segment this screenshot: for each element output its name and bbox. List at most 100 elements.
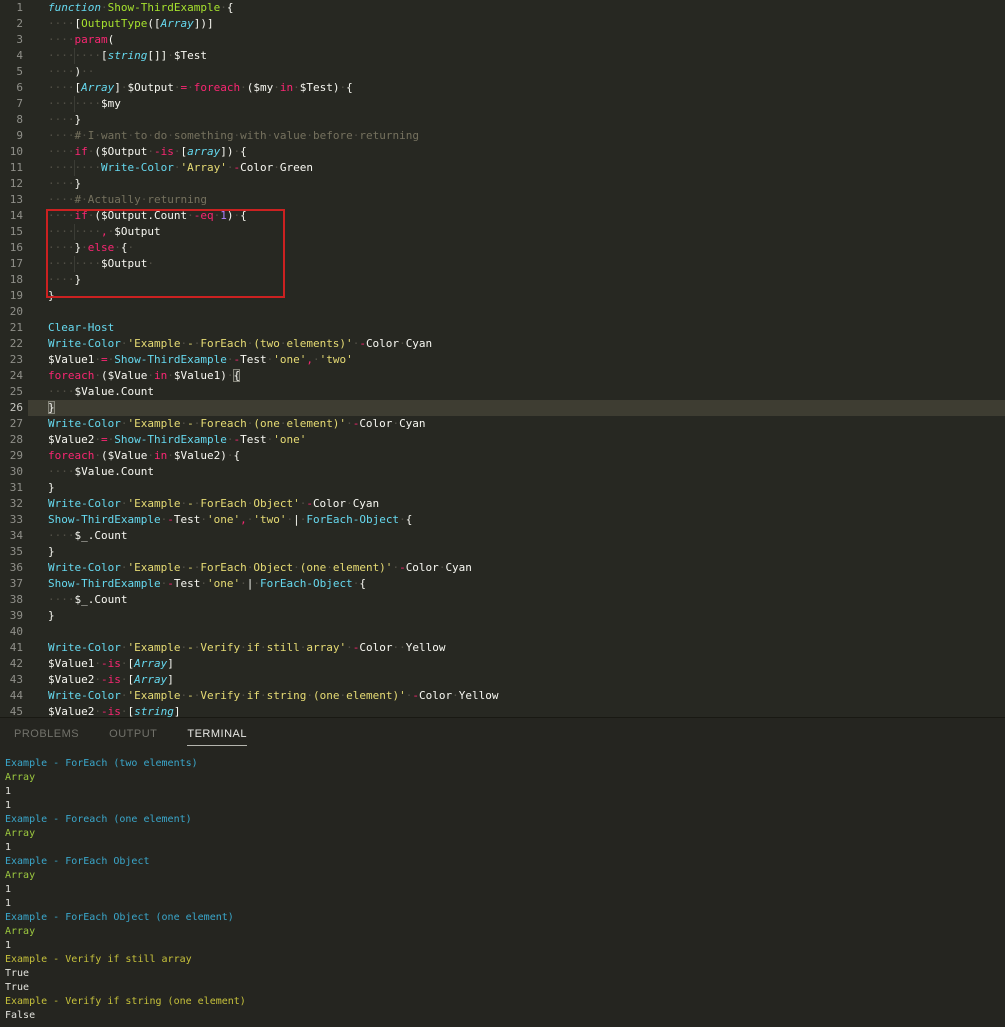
code-line: 19} bbox=[0, 288, 1005, 304]
line-number: 30 bbox=[0, 464, 23, 480]
line-number: 4 bbox=[0, 48, 23, 64]
code-line: 34 ····$_.Count bbox=[0, 528, 1005, 544]
code-text: ····)·· bbox=[48, 64, 94, 80]
code-text: ····param( bbox=[48, 32, 114, 48]
code-text: ····if·($Output.Count·-eq·1)·{ bbox=[48, 208, 247, 224]
code-line: 3 ····param( bbox=[0, 32, 1005, 48]
tab-terminal[interactable]: TERMINAL bbox=[187, 728, 247, 746]
code-text: ····} bbox=[48, 112, 81, 128]
line-number: 13 bbox=[0, 192, 23, 208]
code-line: 39} bbox=[0, 608, 1005, 624]
code-text: } bbox=[48, 544, 55, 560]
terminal-line: True bbox=[5, 981, 1005, 995]
code-line: 28$Value2·=·Show-ThirdExample·-Test·'one… bbox=[0, 432, 1005, 448]
code-line: 10····if·($Output·-is·[array])·{ bbox=[0, 144, 1005, 160]
line-number: 6 bbox=[0, 80, 23, 96]
code-text: $Value2·-is·[Array] bbox=[48, 672, 174, 688]
code-line: 42$Value1·-is·[Array] bbox=[0, 656, 1005, 672]
line-number: 7 bbox=[0, 96, 23, 112]
code-text: Show-ThirdExample·-Test·'one'·|·ForEach-… bbox=[48, 576, 366, 592]
code-text: ········$my bbox=[48, 96, 121, 112]
code-line: 6 ····[Array]·$Output·=·foreach·($my·in·$… bbox=[0, 80, 1005, 96]
code-line: 14 ····if·($Output.Count·-eq·1)·{ bbox=[0, 208, 1005, 224]
code-line: 11 ········Write-Color·'Array'·-Color·Gre… bbox=[0, 160, 1005, 176]
line-number: 39 bbox=[0, 608, 23, 624]
line-number: 26 bbox=[0, 400, 23, 416]
terminal-output[interactable]: Example - ForEach (two elements)Array11E… bbox=[0, 748, 1005, 1023]
line-number: 9 bbox=[0, 128, 23, 144]
code-text: ····$_.Count bbox=[48, 528, 127, 544]
code-line: 40 bbox=[0, 624, 1005, 640]
line-number: 3 bbox=[0, 32, 23, 48]
code-line: 45$Value2·-is·[string] bbox=[0, 704, 1005, 717]
code-text: foreach·($Value·in·$Value1)·{ bbox=[48, 368, 240, 384]
tab-problems[interactable]: PROBLEMS bbox=[14, 728, 79, 745]
code-line: 5 ····)·· bbox=[0, 64, 1005, 80]
code-text: ····[Array]·$Output·=·foreach·($my·in·$T… bbox=[48, 80, 353, 96]
line-number: 40 bbox=[0, 624, 23, 640]
code-line: 33Show-ThirdExample·-Test·'one',·'two'·|… bbox=[0, 512, 1005, 528]
line-number: 38 bbox=[0, 592, 23, 608]
code-line: 37 Show-ThirdExample·-Test·'one'·|·ForEac… bbox=[0, 576, 1005, 592]
terminal-line: Example - ForEach Object (one element) bbox=[5, 911, 1005, 925]
line-number: 20 bbox=[0, 304, 23, 320]
line-number: 29 bbox=[0, 448, 23, 464]
code-line: 32Write-Color·'Example·-·ForEach·Object'… bbox=[0, 496, 1005, 512]
code-text: ····$_.Count bbox=[48, 592, 127, 608]
code-line: 38 ····$_.Count bbox=[0, 592, 1005, 608]
code-line: 26} bbox=[0, 400, 1005, 416]
code-text: ····#·I·want·to·do·something·with·value·… bbox=[48, 128, 419, 144]
line-number: 42 bbox=[0, 656, 23, 672]
code-text: $Value2·=·Show-ThirdExample·-Test·'one' bbox=[48, 432, 306, 448]
code-text: ····[OutputType([Array])] bbox=[48, 16, 214, 32]
code-text: ····} bbox=[48, 272, 81, 288]
bottom-panel: PROBLEMS OUTPUT TERMINAL Example - ForEa… bbox=[0, 717, 1005, 1027]
line-number: 37 bbox=[0, 576, 23, 592]
code-text: ····#·Actually·returning bbox=[48, 192, 207, 208]
terminal-line: Example - ForEach (two elements) bbox=[5, 757, 1005, 771]
code-line: 18 ····} bbox=[0, 272, 1005, 288]
line-number: 41 bbox=[0, 640, 23, 656]
code-text: Write-Color·'Example·-·ForEach·(two·elem… bbox=[48, 336, 432, 352]
code-line: 2····[OutputType([Array])] bbox=[0, 16, 1005, 32]
code-line: 13 ····#·Actually·returning bbox=[0, 192, 1005, 208]
code-line: 30 ····$Value.Count bbox=[0, 464, 1005, 480]
code-text: ········Write-Color·'Array'·-Color·Green bbox=[48, 160, 313, 176]
line-number: 11 bbox=[0, 160, 23, 176]
code-text: } bbox=[48, 608, 55, 624]
terminal-line: False bbox=[5, 1009, 1005, 1023]
code-line: 4········[string[]]·$Test bbox=[0, 48, 1005, 64]
line-number: 12 bbox=[0, 176, 23, 192]
terminal-line: Example - ForEach Object bbox=[5, 855, 1005, 869]
line-number: 14 bbox=[0, 208, 23, 224]
code-editor[interactable]: 1function·Show-ThirdExample·{2····[Outpu… bbox=[0, 0, 1005, 717]
line-number: 1 bbox=[0, 0, 23, 16]
line-number: 5 bbox=[0, 64, 23, 80]
code-text: $Value1·=·Show-ThirdExample·-Test·'one',… bbox=[48, 352, 353, 368]
code-line: 25····$Value.Count bbox=[0, 384, 1005, 400]
line-number: 21 bbox=[0, 320, 23, 336]
terminal-line: Array bbox=[5, 925, 1005, 939]
code-text: } bbox=[48, 480, 55, 496]
code-line: 16····}·else·{· bbox=[0, 240, 1005, 256]
terminal-line: Array bbox=[5, 771, 1005, 785]
line-number: 17 bbox=[0, 256, 23, 272]
code-text: Write-Color·'Example·-·Verify·if·still·a… bbox=[48, 640, 445, 656]
code-text: ····if·($Output·-is·[array])·{ bbox=[48, 144, 247, 160]
code-text: ········$Output· bbox=[48, 256, 154, 272]
line-number: 34 bbox=[0, 528, 23, 544]
line-number: 43 bbox=[0, 672, 23, 688]
line-number: 18 bbox=[0, 272, 23, 288]
code-text: Write-Color·'Example·-·Verify·if·string·… bbox=[48, 688, 498, 704]
code-text: Show-ThirdExample·-Test·'one',·'two'·|·F… bbox=[48, 512, 412, 528]
code-text: } bbox=[48, 288, 55, 304]
line-number: 44 bbox=[0, 688, 23, 704]
terminal-line: 1 bbox=[5, 799, 1005, 813]
code-line: 24foreach·($Value·in·$Value1)·{ bbox=[0, 368, 1005, 384]
line-number: 25 bbox=[0, 384, 23, 400]
code-line: 1function·Show-ThirdExample·{ bbox=[0, 0, 1005, 16]
code-text: ····$Value.Count bbox=[48, 464, 154, 480]
tab-output[interactable]: OUTPUT bbox=[109, 728, 157, 745]
code-line: 44 Write-Color·'Example·-·Verify·if·strin… bbox=[0, 688, 1005, 704]
code-text: Write-Color·'Example·-·Foreach·(one·elem… bbox=[48, 416, 426, 432]
